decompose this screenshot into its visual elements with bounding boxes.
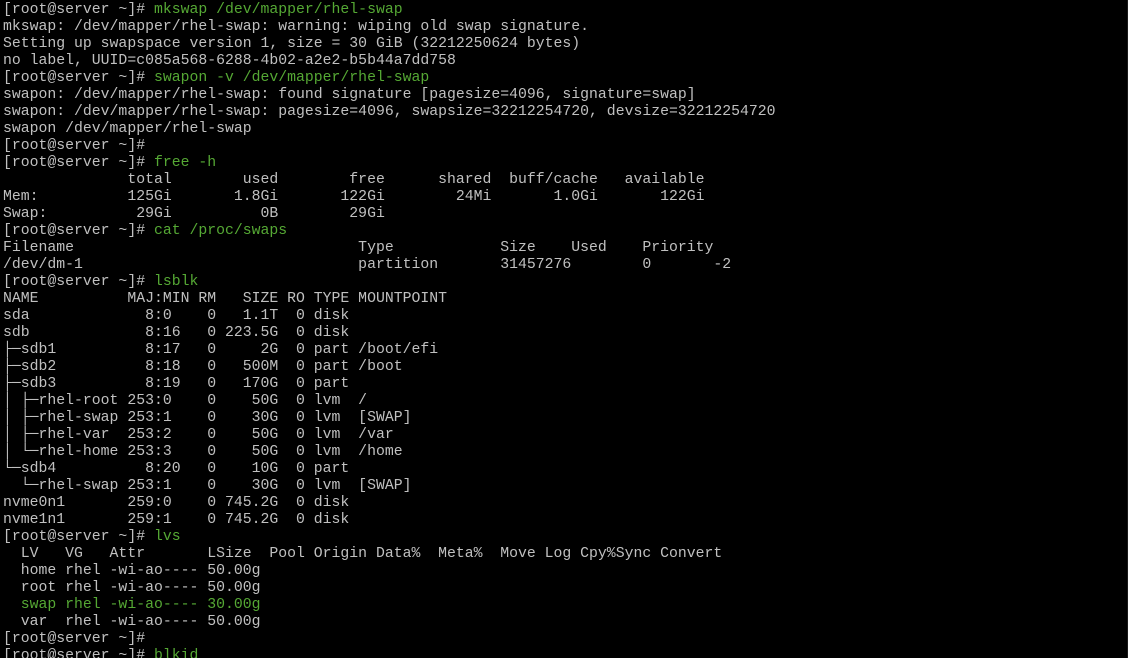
command-line: [root@server ~]# bbox=[3, 631, 1127, 648]
output-text: swap rhel -wi-ao---- 30.00g bbox=[3, 597, 261, 613]
output-line: home rhel -wi-ao---- 50.00g bbox=[3, 563, 1127, 580]
command-text: free -h bbox=[153, 155, 217, 171]
output-line: │ ├─rhel-var 253:2 0 50G 0 lvm /var bbox=[3, 427, 1127, 444]
output-text: │ └─rhel-home 253:3 0 50G 0 lvm /home bbox=[3, 444, 403, 460]
output-line: Filename Type Size Used Priority bbox=[3, 240, 1127, 257]
output-text: root rhel -wi-ao---- 50.00g bbox=[3, 580, 261, 596]
output-line: swapon: /dev/mapper/rhel-swap: found sig… bbox=[3, 87, 1127, 104]
shell-prompt: [root@server ~]# bbox=[3, 223, 154, 239]
output-text: │ ├─rhel-root 253:0 0 50G 0 lvm / bbox=[3, 393, 368, 409]
output-line: NAME MAJ:MIN RM SIZE RO TYPE MOUNTPOINT bbox=[3, 291, 1127, 308]
output-text: no label, UUID=c085a568-6288-4b02-a2e2-b… bbox=[3, 53, 456, 69]
output-line: │ ├─rhel-root 253:0 0 50G 0 lvm / bbox=[3, 393, 1127, 410]
shell-prompt: [root@server ~]# bbox=[3, 2, 154, 18]
output-text: ├─sdb1 8:17 0 2G 0 part /boot/efi bbox=[3, 342, 439, 358]
output-text: swapon: /dev/mapper/rhel-swap: pagesize=… bbox=[3, 104, 776, 120]
shell-prompt: [root@server ~]# bbox=[3, 529, 154, 545]
output-text: │ ├─rhel-swap 253:1 0 30G 0 lvm [SWAP] bbox=[3, 410, 412, 426]
shell-prompt: [root@server ~]# bbox=[3, 70, 154, 86]
output-line: nvme0n1 259:0 0 745.2G 0 disk bbox=[3, 495, 1127, 512]
shell-prompt: [root@server ~]# bbox=[3, 274, 154, 290]
output-line: /dev/dm-1 partition 31457276 0 -2 bbox=[3, 257, 1127, 274]
output-line: sdb 8:16 0 223.5G 0 disk bbox=[3, 325, 1127, 342]
output-text: ├─sdb2 8:18 0 500M 0 part /boot bbox=[3, 359, 403, 375]
output-text: nvme0n1 259:0 0 745.2G 0 disk bbox=[3, 495, 350, 511]
output-line: sda 8:0 0 1.1T 0 disk bbox=[3, 308, 1127, 325]
output-text: swapon /dev/mapper/rhel-swap bbox=[3, 121, 252, 137]
output-line: no label, UUID=c085a568-6288-4b02-a2e2-b… bbox=[3, 53, 1127, 70]
output-line: root rhel -wi-ao---- 50.00g bbox=[3, 580, 1127, 597]
output-text: LV VG Attr LSize Pool Origin Data% Meta%… bbox=[3, 546, 723, 562]
highlighted-output-line: swap rhel -wi-ao---- 30.00g bbox=[3, 597, 1127, 614]
output-line: mkswap: /dev/mapper/rhel-swap: warning: … bbox=[3, 19, 1127, 36]
command-text: swapon -v /dev/mapper/rhel-swap bbox=[153, 70, 430, 86]
output-text: mkswap: /dev/mapper/rhel-swap: warning: … bbox=[3, 19, 590, 35]
output-text: /dev/dm-1 partition 31457276 0 -2 bbox=[3, 257, 732, 273]
output-line: │ ├─rhel-swap 253:1 0 30G 0 lvm [SWAP] bbox=[3, 410, 1127, 427]
command-text: lsblk bbox=[153, 274, 199, 290]
command-text: cat /proc/swaps bbox=[153, 223, 288, 239]
command-line: [root@server ~]# free -h bbox=[3, 155, 1127, 172]
output-line: └─rhel-swap 253:1 0 30G 0 lvm [SWAP] bbox=[3, 478, 1127, 495]
output-text: home rhel -wi-ao---- 50.00g bbox=[3, 563, 261, 579]
command-line: [root@server ~]# mkswap /dev/mapper/rhel… bbox=[3, 2, 1127, 19]
command-text: lvs bbox=[153, 529, 181, 545]
output-line: └─sdb4 8:20 0 10G 0 part bbox=[3, 461, 1127, 478]
output-line: ├─sdb1 8:17 0 2G 0 part /boot/efi bbox=[3, 342, 1127, 359]
output-text: var rhel -wi-ao---- 50.00g bbox=[3, 614, 261, 630]
output-line: Mem: 125Gi 1.8Gi 122Gi 24Mi 1.0Gi 122Gi bbox=[3, 189, 1127, 206]
output-text: NAME MAJ:MIN RM SIZE RO TYPE MOUNTPOINT bbox=[3, 291, 447, 307]
shell-prompt: [root@server ~]# bbox=[3, 138, 154, 154]
output-line: swapon /dev/mapper/rhel-swap bbox=[3, 121, 1127, 138]
command-text: mkswap /dev/mapper/rhel-swap bbox=[153, 2, 403, 18]
output-text: Mem: 125Gi 1.8Gi 122Gi 24Mi 1.0Gi 122Gi bbox=[3, 189, 705, 205]
output-text: Setting up swapspace version 1, size = 3… bbox=[3, 36, 581, 52]
output-text: nvme1n1 259:1 0 745.2G 0 disk bbox=[3, 512, 350, 528]
command-line: [root@server ~]# cat /proc/swaps bbox=[3, 223, 1127, 240]
command-line: [root@server ~]# lvs bbox=[3, 529, 1127, 546]
output-line: swapon: /dev/mapper/rhel-swap: pagesize=… bbox=[3, 104, 1127, 121]
shell-prompt: [root@server ~]# bbox=[3, 155, 154, 171]
output-line: Setting up swapspace version 1, size = 3… bbox=[3, 36, 1127, 53]
output-text: └─sdb4 8:20 0 10G 0 part bbox=[3, 461, 350, 477]
output-text: swapon: /dev/mapper/rhel-swap: found sig… bbox=[3, 87, 696, 103]
output-text: total used free shared buff/cache availa… bbox=[3, 172, 705, 188]
output-line: nvme1n1 259:1 0 745.2G 0 disk bbox=[3, 512, 1127, 529]
command-line: [root@server ~]# bbox=[3, 138, 1127, 155]
output-line: ├─sdb2 8:18 0 500M 0 part /boot bbox=[3, 359, 1127, 376]
output-line: LV VG Attr LSize Pool Origin Data% Meta%… bbox=[3, 546, 1127, 563]
output-text: └─rhel-swap 253:1 0 30G 0 lvm [SWAP] bbox=[3, 478, 412, 494]
output-text: Swap: 29Gi 0B 29Gi bbox=[3, 206, 385, 222]
output-text: sdb 8:16 0 223.5G 0 disk bbox=[3, 325, 350, 341]
command-line: [root@server ~]# lsblk bbox=[3, 274, 1127, 291]
command-line: [root@server ~]# swapon -v /dev/mapper/r… bbox=[3, 70, 1127, 87]
output-line: ├─sdb3 8:19 0 170G 0 part bbox=[3, 376, 1127, 393]
command-text: blkid bbox=[153, 648, 199, 658]
output-line: var rhel -wi-ao---- 50.00g bbox=[3, 614, 1127, 631]
output-text: │ ├─rhel-var 253:2 0 50G 0 lvm /var bbox=[3, 427, 394, 443]
command-line: [root@server ~]# blkid bbox=[3, 648, 1127, 658]
output-line: total used free shared buff/cache availa… bbox=[3, 172, 1127, 189]
terminal-window[interactable]: [root@server ~]# mkswap /dev/mapper/rhel… bbox=[0, 0, 1128, 658]
output-text: ├─sdb3 8:19 0 170G 0 part bbox=[3, 376, 350, 392]
output-text: sda 8:0 0 1.1T 0 disk bbox=[3, 308, 350, 324]
shell-prompt: [root@server ~]# bbox=[3, 648, 154, 658]
shell-prompt: [root@server ~]# bbox=[3, 631, 154, 647]
output-line: Swap: 29Gi 0B 29Gi bbox=[3, 206, 1127, 223]
output-line: │ └─rhel-home 253:3 0 50G 0 lvm /home bbox=[3, 444, 1127, 461]
output-text: Filename Type Size Used Priority bbox=[3, 240, 714, 256]
